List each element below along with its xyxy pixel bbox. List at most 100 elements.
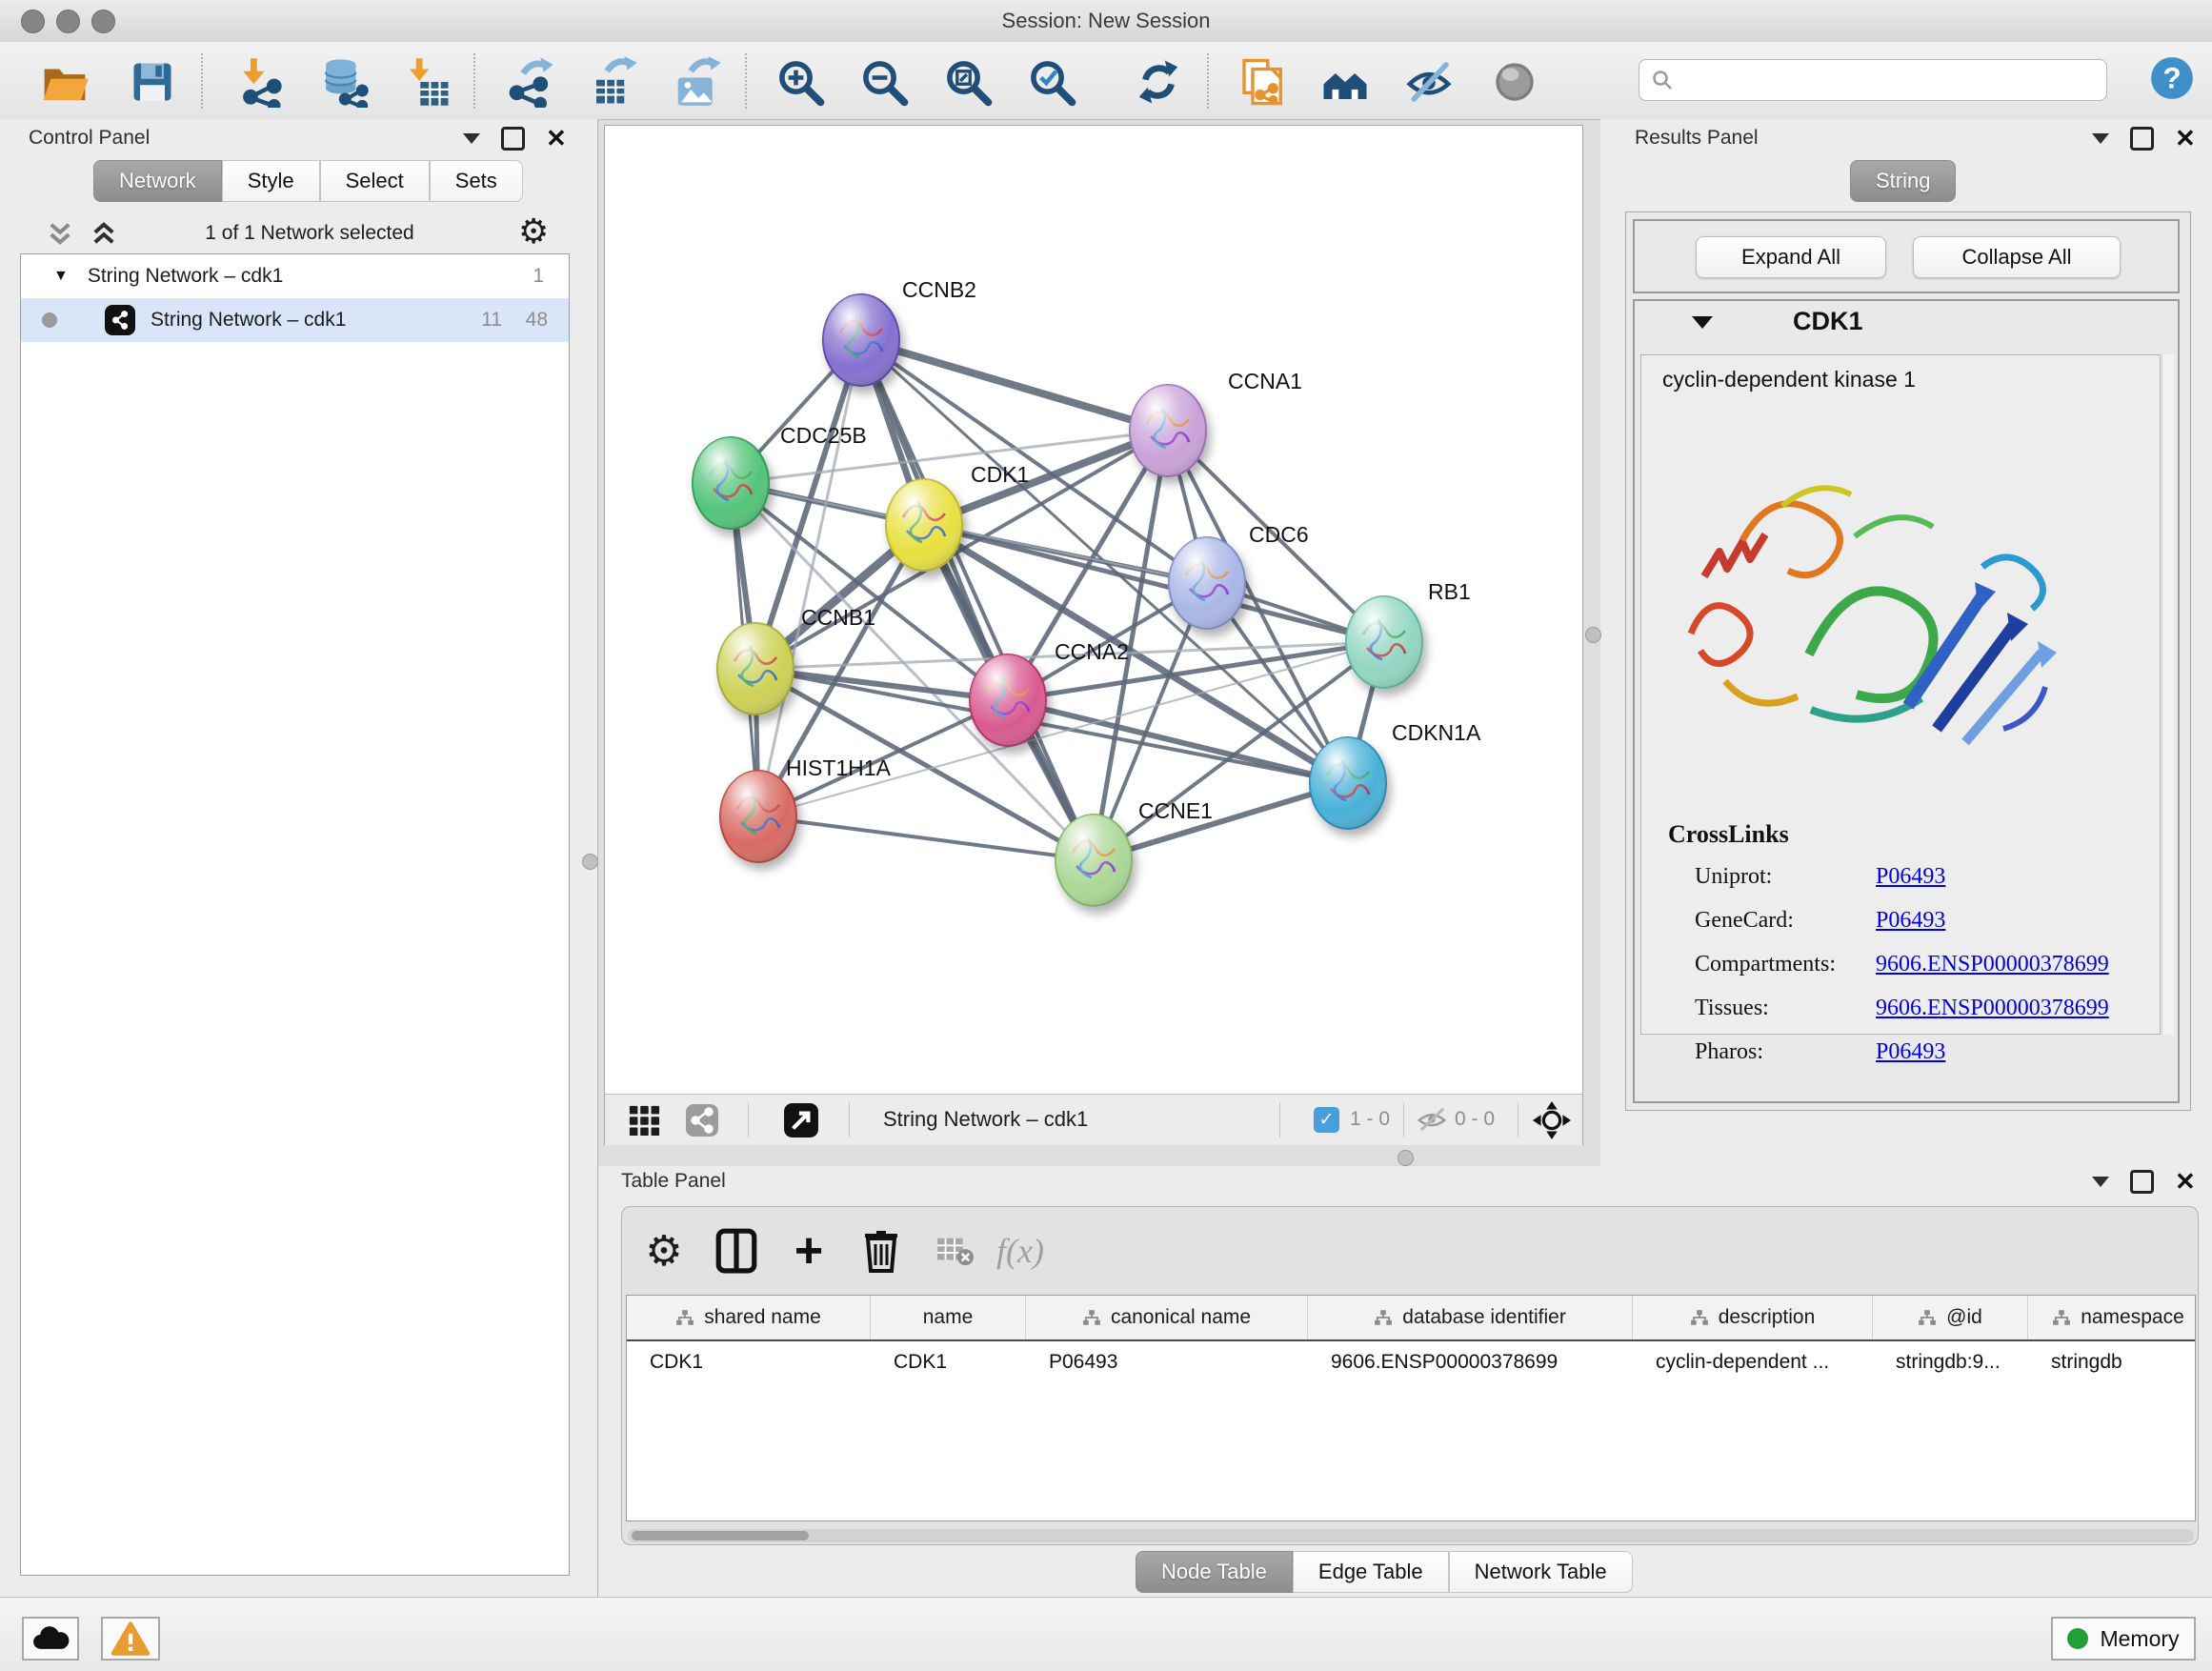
column-header-database-identifier[interactable]: database identifier (1308, 1296, 1633, 1339)
crosslink-link[interactable]: 9606.ENSP00000378699 (1876, 996, 2109, 1021)
crosslink-link[interactable]: 9606.ENSP00000378699 (1876, 952, 2109, 977)
edge-CCNB2-CCNA1[interactable] (861, 340, 1168, 431)
zoom-fit-icon[interactable] (941, 55, 995, 109)
tab-sets[interactable]: Sets (430, 160, 523, 202)
network-canvas[interactable]: CCNB2CCNA1CDC25BCDK1CDC6RB1CCNB1CCNA2CDK… (605, 126, 1582, 1094)
cloud-status-button[interactable] (22, 1617, 79, 1661)
save-session-icon[interactable] (126, 55, 179, 109)
column-header-namespace[interactable]: namespace (2028, 1296, 2196, 1339)
column-header-canonical-name[interactable]: canonical name (1026, 1296, 1308, 1339)
hide-selected-icon[interactable] (1402, 55, 1456, 109)
right-splitter-handle[interactable] (1585, 627, 1601, 643)
tab-node-table[interactable]: Node Table (1136, 1551, 1293, 1593)
close-panel-icon[interactable]: ✕ (2175, 1173, 2196, 1191)
birdseye-navigator-icon[interactable] (1531, 1099, 1573, 1141)
collapse-all-button[interactable]: Collapse All (1913, 236, 2121, 278)
column-header--id[interactable]: @id (1873, 1296, 2028, 1339)
node-CDKN1A[interactable] (1310, 737, 1386, 829)
export-table-icon[interactable] (587, 55, 640, 109)
section-collapse-icon[interactable] (1692, 316, 1713, 329)
table-horizontal-scrollbar[interactable] (628, 1529, 2194, 1542)
expand-all-button[interactable]: Expand All (1696, 236, 1886, 278)
node-CCNE1[interactable] (1056, 815, 1132, 906)
table-cell[interactable]: stringdb:9... (1873, 1341, 2028, 1383)
tab-network-table[interactable]: Network Table (1449, 1551, 1633, 1593)
table-row[interactable]: CDK1CDK1P064939606.ENSP00000378699cyclin… (627, 1341, 2195, 1383)
node-CCNA2[interactable] (970, 654, 1046, 746)
crosslink-link[interactable]: P06493 (1876, 864, 1945, 890)
new-network-from-selection-icon[interactable] (1235, 55, 1288, 109)
delete-column-icon[interactable] (855, 1224, 908, 1278)
tab-edge-table[interactable]: Edge Table (1293, 1551, 1449, 1593)
node-CCNA1[interactable] (1130, 385, 1206, 476)
zoom-out-icon[interactable] (857, 55, 911, 109)
node-HIST1H1A[interactable] (720, 771, 796, 862)
close-panel-icon[interactable]: ✕ (2175, 130, 2196, 148)
table-options-gear-icon[interactable]: ⚙ (637, 1224, 691, 1278)
node-RB1[interactable] (1346, 596, 1422, 688)
results-scrollbar[interactable] (2162, 354, 2174, 1035)
scrollbar-thumb[interactable] (632, 1531, 809, 1540)
tree-expander-icon[interactable]: ▼ (53, 268, 69, 285)
grid-view-icon[interactable] (626, 1102, 662, 1138)
tab-string[interactable]: String (1850, 160, 1956, 202)
detach-view-icon[interactable] (782, 1101, 820, 1139)
node-CDC6[interactable] (1169, 537, 1245, 629)
memory-button[interactable]: Memory (2051, 1617, 2196, 1661)
network-options-gear-icon[interactable]: ⚙ (518, 214, 549, 249)
function-builder-icon[interactable]: f(x) (994, 1224, 1047, 1278)
edge-CCNE1-HIST1H1A[interactable] (758, 816, 1094, 860)
import-table-icon[interactable] (400, 55, 453, 109)
column-header-description[interactable]: description (1633, 1296, 1873, 1339)
edge-CCNB2-HIST1H1A[interactable] (758, 340, 861, 816)
tab-select[interactable]: Select (320, 160, 430, 202)
expand-all-networks-icon[interactable] (90, 220, 118, 252)
tab-style[interactable]: Style (222, 160, 320, 202)
search-input[interactable] (1681, 69, 2106, 92)
horizontal-splitter-handle[interactable] (1398, 1150, 1414, 1166)
delete-table-icon[interactable] (929, 1224, 982, 1278)
export-network-icon[interactable] (503, 55, 556, 109)
window-minimize-icon[interactable] (56, 10, 80, 33)
import-network-file-icon[interactable] (232, 55, 286, 109)
column-header-shared-name[interactable]: shared name (627, 1296, 871, 1339)
window-zoom-icon[interactable] (91, 10, 115, 33)
crosslink-link[interactable]: P06493 (1876, 908, 1945, 934)
float-panel-icon[interactable] (2130, 1170, 2154, 1194)
panel-menu-icon[interactable] (463, 133, 480, 144)
table-cell[interactable]: P06493 (1026, 1341, 1308, 1383)
collapse-all-networks-icon[interactable] (46, 220, 74, 252)
table-cell[interactable]: cyclin-dependent ... (1633, 1341, 1873, 1383)
open-session-icon[interactable] (38, 55, 91, 109)
float-panel-icon[interactable] (2130, 127, 2154, 151)
network-thumbnail-icon[interactable] (683, 1102, 721, 1138)
panel-menu-icon[interactable] (2092, 133, 2109, 144)
edge-CCNE1-CDKN1A[interactable] (1094, 783, 1348, 860)
column-header-name[interactable]: name (871, 1296, 1026, 1339)
table-cell[interactable]: 9606.ENSP00000378699 (1308, 1341, 1633, 1383)
node-CCNB2[interactable] (823, 294, 899, 386)
import-network-database-icon[interactable] (316, 55, 370, 109)
apply-layout-icon[interactable] (1132, 55, 1185, 109)
close-panel-icon[interactable]: ✕ (546, 130, 567, 148)
help-icon[interactable]: ? (2145, 51, 2199, 105)
table-cell[interactable]: CDK1 (627, 1341, 871, 1383)
zoom-in-icon[interactable] (774, 55, 827, 109)
float-panel-icon[interactable] (501, 127, 525, 151)
export-image-icon[interactable] (671, 55, 724, 109)
selected-checkbox-icon[interactable]: ✓ (1314, 1107, 1339, 1133)
left-splitter-handle[interactable] (582, 854, 598, 870)
crosslink-link[interactable]: P06493 (1876, 1039, 1945, 1065)
edge-CCNB2-CCNE1[interactable] (861, 340, 1094, 860)
show-hidden-icon[interactable] (1488, 55, 1541, 109)
window-close-icon[interactable] (21, 10, 45, 33)
network-collection-row[interactable]: ▼ String Network – cdk1 1 (21, 254, 569, 298)
show-columns-icon[interactable] (710, 1224, 763, 1278)
create-column-icon[interactable]: + (782, 1224, 835, 1278)
show-graphics-details-icon[interactable] (1318, 55, 1372, 109)
table-cell[interactable]: stringdb (2028, 1341, 2196, 1383)
zoom-selected-icon[interactable] (1025, 55, 1078, 109)
node-CDC25B[interactable] (693, 437, 769, 529)
node-CDK1[interactable] (886, 479, 962, 571)
tab-network[interactable]: Network (93, 160, 222, 202)
